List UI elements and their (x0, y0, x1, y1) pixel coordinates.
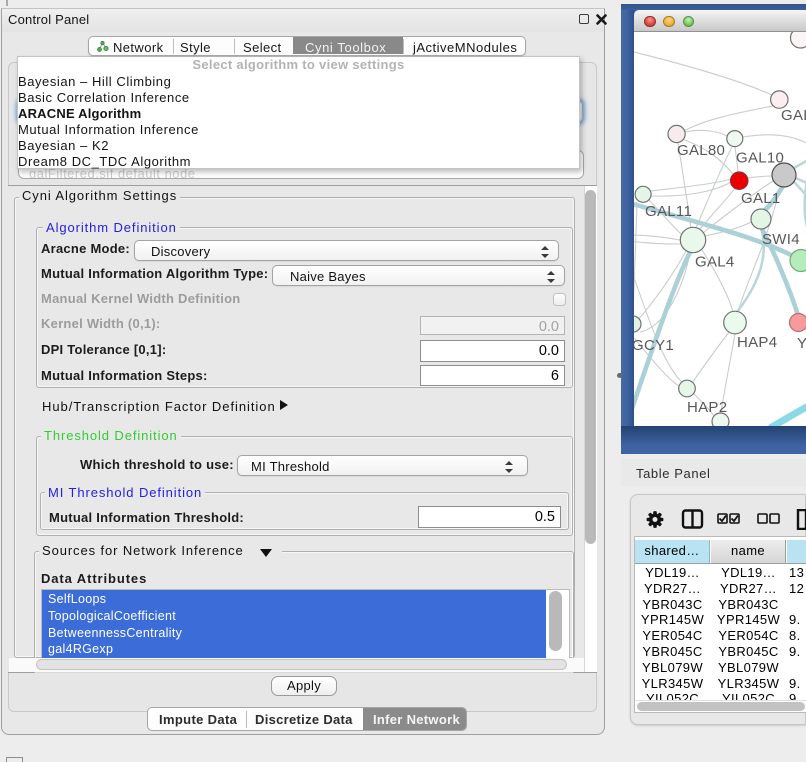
svg-text:GAL11: GAL11 (645, 203, 692, 220)
svg-text:GAL4: GAL4 (695, 254, 735, 271)
svg-text:GAL10: GAL10 (736, 150, 784, 167)
svg-text:GAL1: GAL1 (741, 190, 781, 207)
svg-text:HAP2: HAP2 (687, 399, 727, 416)
svg-text:GAL: GAL (781, 107, 806, 124)
svg-text:HAP4: HAP4 (737, 334, 777, 351)
svg-text:Y: Y (797, 335, 806, 352)
svg-text:GAL80: GAL80 (677, 142, 725, 159)
svg-text:GCY1: GCY1 (634, 337, 674, 354)
svg-text:SWI4: SWI4 (762, 231, 800, 248)
